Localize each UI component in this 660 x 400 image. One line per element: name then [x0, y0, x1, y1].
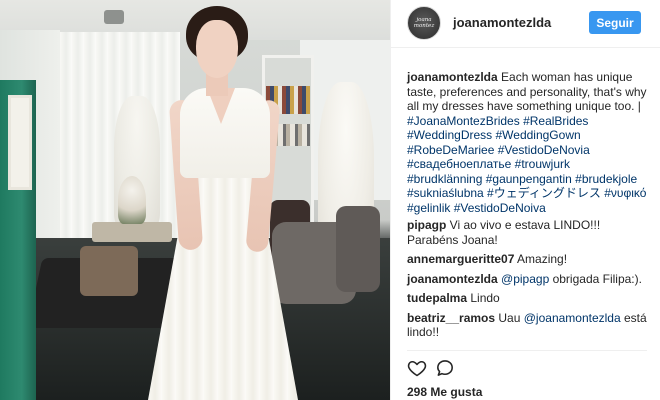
comment-username[interactable]: joanamontezlda — [407, 272, 498, 286]
comment-username[interactable]: annemargueritte07 — [407, 252, 514, 266]
post-photo[interactable] — [0, 0, 390, 400]
comment-item: pipagp Vi ao vivo e estava LINDO!!! Para… — [407, 218, 647, 247]
heart-icon[interactable] — [407, 358, 427, 378]
avatar[interactable]: joana montez — [407, 6, 441, 40]
comment-username[interactable]: beatriz__ramos — [407, 311, 495, 325]
likes-count[interactable]: 298 Me gusta — [407, 385, 482, 399]
comment-username[interactable]: pipagp — [407, 218, 446, 232]
comment-icon[interactable] — [435, 358, 455, 378]
caption-hashtags[interactable]: #JoanaMontezBrides #RealBrides #WeddingD… — [407, 114, 646, 215]
basket — [80, 246, 138, 296]
armchair — [336, 206, 380, 292]
comment-text: Amazing! — [517, 252, 568, 266]
comment-item: joanamontezlda @pipagp obrigada Filipa:)… — [407, 272, 647, 287]
comment-item: annemargueritte07 Amazing! — [407, 252, 647, 267]
ceiling-light — [104, 10, 124, 24]
comment-username[interactable]: tudepalma — [407, 291, 467, 305]
comment-text: Uau — [498, 310, 524, 325]
comment-text: Lindo — [470, 291, 500, 305]
comment-text: obrigada Filipa:). — [549, 271, 642, 286]
follow-button[interactable]: Seguir — [589, 11, 641, 34]
flower-vase — [118, 176, 146, 224]
post-sidebar: joana montez joanamontezlda Seguir joana… — [390, 0, 660, 400]
caption-username[interactable]: joanamontezlda — [407, 70, 498, 84]
table — [92, 222, 172, 242]
header-username[interactable]: joanamontezlda — [453, 15, 551, 30]
comment-mention[interactable]: @pipagp — [501, 272, 549, 286]
face — [196, 20, 238, 78]
avatar-logo-text: joana montez — [413, 17, 435, 29]
comments-list[interactable]: joanamontezlda Each woman has unique tas… — [391, 48, 660, 350]
comment-mention[interactable]: @joanamontezlda — [524, 311, 621, 325]
caption: joanamontezlda Each woman has unique tas… — [407, 70, 647, 215]
comment-item: beatriz__ramos Uau @joanamontezlda está … — [407, 311, 647, 340]
divider — [407, 350, 647, 351]
mirror-frame — [8, 95, 32, 190]
post-header: joana montez joanamontezlda Seguir — [391, 0, 660, 48]
comment-item: tudepalma Lindo — [407, 291, 647, 306]
